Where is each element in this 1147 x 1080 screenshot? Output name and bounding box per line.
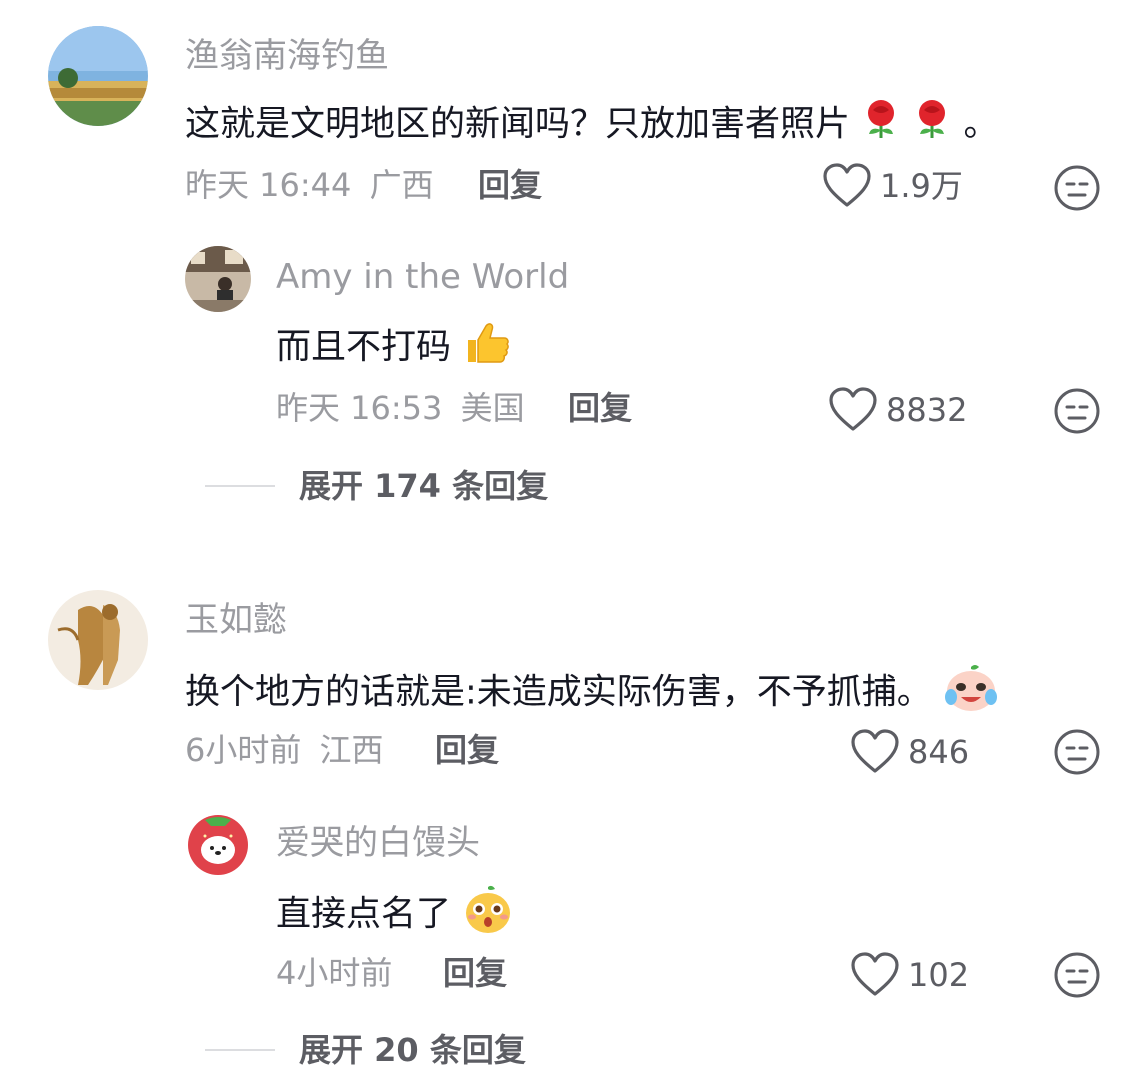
crying-face-icon [943, 663, 999, 724]
dislike-button[interactable] [1053, 728, 1101, 776]
like-count: 1.9万 [880, 167, 963, 205]
like-button[interactable]: 8832 [828, 386, 967, 434]
comment-text: 直接点名了 [276, 885, 514, 946]
username[interactable]: Amy in the World [276, 257, 569, 297]
meh-face-icon [1054, 165, 1100, 211]
dislike-button[interactable] [1053, 951, 1101, 999]
rose-icon [861, 98, 901, 153]
location: 广西 [369, 166, 434, 204]
expand-replies-button[interactable]: 展开 20 条回复 [205, 1030, 526, 1070]
timestamp: 6小时前 [185, 731, 302, 769]
username[interactable]: 玉如懿 [185, 600, 287, 640]
username[interactable]: 渔翁南海钓鱼 [185, 36, 389, 76]
heart-icon [851, 952, 899, 996]
expand-replies-label: 展开 20 条回复 [299, 1031, 526, 1069]
heart-icon [851, 729, 899, 773]
like-count: 8832 [886, 391, 968, 429]
meh-face-icon [1054, 952, 1100, 998]
comment-meta: 昨天 16:44 广西 [185, 165, 434, 205]
comment-meta: 6小时前 江西 [185, 730, 384, 770]
meh-face-icon [1054, 729, 1100, 775]
expand-replies-label: 展开 174 条回复 [299, 467, 549, 505]
timestamp: 4小时前 [276, 954, 393, 992]
dislike-button[interactable] [1053, 164, 1101, 212]
reply-button[interactable]: 回复 [568, 388, 632, 428]
username[interactable]: 爱哭的白馒头 [276, 823, 480, 863]
like-count: 102 [908, 956, 970, 994]
comment-text: 换个地方的话就是:未造成实际伤害，不予抓捕。 [185, 663, 999, 724]
avatar[interactable] [185, 246, 251, 312]
surprised-face-icon [462, 885, 514, 946]
like-button[interactable]: 846 [850, 728, 969, 776]
dislike-button[interactable] [1053, 387, 1101, 435]
location: 江西 [319, 731, 384, 769]
thumbs-up-icon [462, 320, 512, 377]
like-button[interactable]: 102 [850, 951, 969, 999]
avatar[interactable] [48, 590, 148, 690]
avatar[interactable] [185, 812, 251, 878]
expand-replies-button[interactable]: 展开 174 条回复 [205, 466, 548, 506]
divider [205, 1049, 275, 1051]
comment-text: 这就是文明地区的新闻吗？只放加害者照片 。 [185, 98, 998, 153]
location: 美国 [460, 389, 525, 427]
comment-meta: 昨天 16:53 美国 [276, 388, 525, 428]
avatar[interactable] [48, 26, 148, 126]
like-count: 846 [908, 733, 970, 771]
comment-text: 而且不打码 [276, 320, 512, 377]
meh-face-icon [1054, 388, 1100, 434]
reply-button[interactable]: 回复 [435, 730, 499, 770]
heart-icon [829, 387, 877, 431]
heart-icon [823, 163, 871, 207]
timestamp: 昨天 16:53 [276, 389, 443, 427]
timestamp: 昨天 16:44 [185, 166, 352, 204]
rose-icon [912, 98, 952, 153]
divider [205, 485, 275, 487]
reply-button[interactable]: 回复 [478, 165, 542, 205]
reply-button[interactable]: 回复 [443, 953, 507, 993]
comment-meta: 4小时前 [276, 953, 392, 993]
like-button[interactable]: 1.9万 [822, 162, 963, 210]
